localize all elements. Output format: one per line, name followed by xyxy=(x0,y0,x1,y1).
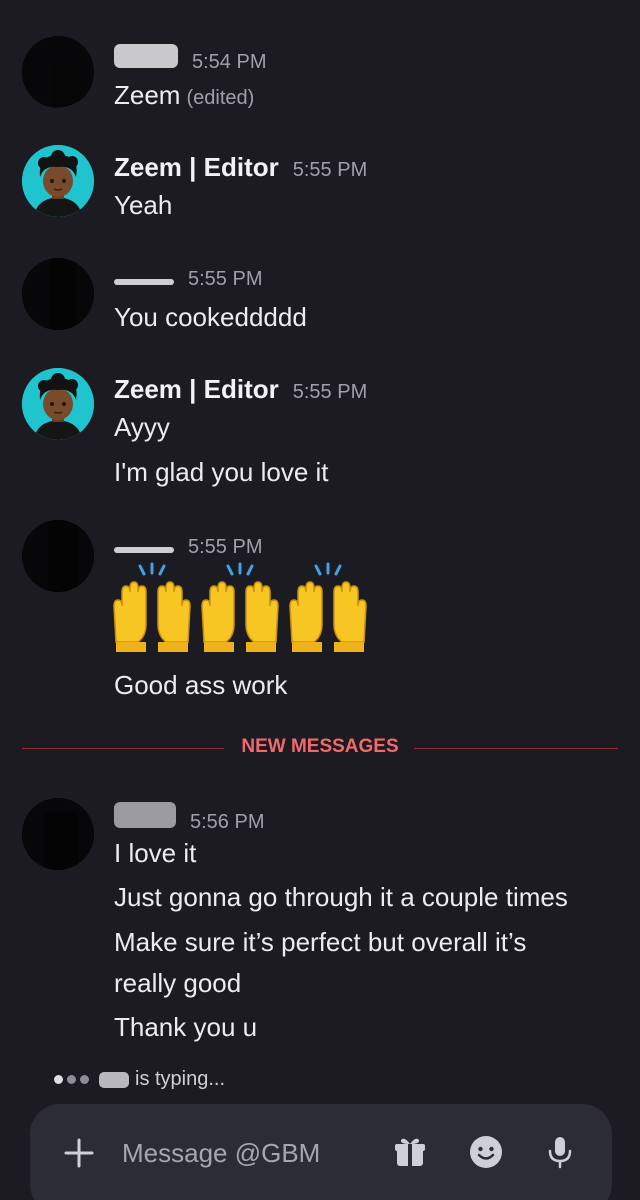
message-text: You cookeddddd xyxy=(114,302,307,332)
avatar[interactable] xyxy=(22,258,94,330)
redacted-typing-username xyxy=(99,1071,129,1088)
typing-dots-icon xyxy=(54,1075,89,1084)
redacted-username xyxy=(114,44,178,68)
message-text: Thank you u xyxy=(114,1012,258,1042)
redacted-username xyxy=(114,802,176,828)
redacted-avatar-icon xyxy=(22,258,94,330)
message-text: really good xyxy=(114,968,242,998)
message-header: 5:54 PM xyxy=(114,44,266,74)
new-messages-divider: NEW MESSAGES xyxy=(22,734,618,764)
message-composer[interactable]: Message @GBM xyxy=(30,1104,612,1200)
message-timestamp: 5:55 PM xyxy=(188,268,263,290)
typing-indicator: is typing... xyxy=(54,1068,225,1091)
username[interactable]: Zeem | Editor xyxy=(114,374,279,405)
message-timestamp: 5:55 PM xyxy=(188,536,263,558)
message-text: Good ass work xyxy=(114,670,288,700)
chat-message-list[interactable]: 5:54 PM Zeem (edited) Zeem | Editor 5:55… xyxy=(0,0,640,1100)
message-input[interactable]: Message @GBM xyxy=(122,1138,320,1169)
message-timestamp: 5:55 PM xyxy=(292,159,368,181)
redacted-username xyxy=(114,279,174,285)
message-header: 5:56 PM xyxy=(114,802,264,834)
message-text: Yeah xyxy=(114,190,173,220)
message-timestamp: 5:55 PM xyxy=(292,381,368,403)
emoji-icon[interactable] xyxy=(468,1134,504,1170)
avatar[interactable] xyxy=(22,145,94,217)
avatar[interactable] xyxy=(22,368,94,440)
avatar[interactable] xyxy=(22,520,94,592)
emoji-message xyxy=(108,562,372,652)
redacted-avatar-icon xyxy=(22,798,94,870)
redacted-username xyxy=(114,547,174,553)
redacted-avatar-icon xyxy=(22,520,94,592)
cartoon-avatar-icon xyxy=(22,145,94,217)
redacted-avatar-icon xyxy=(22,36,94,108)
message-text: I'm glad you love it xyxy=(114,457,329,487)
username[interactable]: Zeem | Editor xyxy=(114,152,279,183)
raising-hands-emoji-icon xyxy=(201,562,279,652)
avatar[interactable] xyxy=(22,798,94,870)
message-timestamp: 5:54 PM xyxy=(192,51,267,73)
message-text: Zeem (edited) xyxy=(114,80,255,110)
typing-text: is typing... xyxy=(135,1068,226,1090)
message-header: 5:55 PM xyxy=(114,536,262,559)
message-text: Just gonna go through it a couple times xyxy=(114,882,568,912)
message-timestamp: 5:56 PM xyxy=(190,811,265,833)
edited-label: (edited) xyxy=(186,87,255,109)
message-text: Make sure it’s perfect but overall it’s xyxy=(114,927,527,957)
raising-hands-emoji-icon xyxy=(289,562,367,652)
gift-icon[interactable] xyxy=(392,1134,428,1170)
plus-icon[interactable] xyxy=(62,1136,96,1170)
message-text: I love it xyxy=(114,838,197,868)
new-messages-label: NEW MESSAGES xyxy=(241,736,399,757)
cartoon-avatar-icon xyxy=(22,368,94,440)
message-text: Ayyy xyxy=(114,412,170,442)
message-header: Zeem | Editor 5:55 PM xyxy=(114,152,367,183)
raising-hands-emoji-icon xyxy=(113,562,191,652)
avatar[interactable] xyxy=(22,36,94,108)
microphone-icon[interactable] xyxy=(542,1134,578,1170)
message-header: Zeem | Editor 5:55 PM xyxy=(114,374,367,405)
message-header: 5:55 PM xyxy=(114,268,262,291)
